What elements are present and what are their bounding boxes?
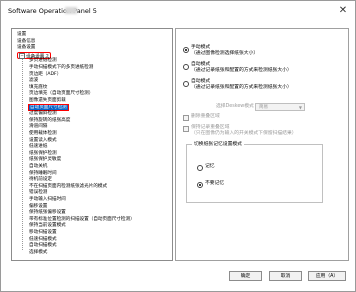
tree-child-node[interactable]: 低速扫描模式 [29,237,57,243]
window-title: Software Operation Panel 5 [8,7,97,15]
tree-child-node[interactable]: 页边距（ADF） [29,72,61,78]
tree-child-node[interactable]: 手动输入扫描时间 [29,197,66,203]
tree-child-node[interactable]: 图像遗失页面剪裁 [29,98,66,104]
collapse-icon[interactable]: − [19,52,25,59]
manual-mode-radio[interactable] [183,47,189,53]
tree-node-label: 纸张保护检测 [29,150,57,156]
app-window: Software Operation Panel 5 ✕ 设置设备信息 设备设置 −… [0,0,356,292]
tree-child-node[interactable]: 保持旋转的纸张高度 [29,118,70,124]
paper-memory-group-title: 切换纸张记忆设置模式 [192,142,244,148]
tree-node-label: 保持当前设置模式 [29,223,66,229]
tree-child-node[interactable]: 自动扫描模式 [29,243,57,249]
tree-node-label: 设备设置 [17,45,36,51]
dialog-content: 设置 设备信息 设备设置 − 设备设置 2 多页进纸检测 手动扫描模式下的多页进纸检测 页边距… [1,23,355,291]
tree-node-label: 低速进纸 [29,144,48,150]
tree-child-node[interactable]: 使用载体检测 [29,131,57,137]
auto-mode-radio-2[interactable] [183,81,189,87]
tree-node-label: 多页进纸检测 [29,58,57,64]
title-bar: Software Operation Panel 5 ✕ [1,1,355,23]
remember-label: 记忆 [205,164,215,169]
ok-button[interactable]: 确定 [229,271,262,281]
tree-child-node[interactable]: 保持纸张偏移设置 [29,210,66,216]
tree-child-node[interactable]: 页边填充（自动页面尺寸检测） [29,91,93,97]
do-not-remember-radio[interactable] [197,182,203,188]
tree-child-node[interactable]: 保持睡眠时间 [29,171,57,177]
tree-child-node[interactable]: 过度偏斜检测 [29,111,57,117]
delete-overlap-label: 删除重叠区域 [191,114,220,119]
tree-node-label: 错误检测 [29,190,48,196]
deskew-select-value: 简易 [259,105,268,110]
tree-node-label: 设备信息 [17,38,36,44]
tree-child-node[interactable]: 设置读入模式 [29,138,57,144]
tree-node-label: 手动输入扫描时间 [29,197,66,202]
tree-node-label: 保持睡眠时间 [29,170,57,176]
auto-mode-radio-1[interactable] [183,64,189,70]
tree-node-label: 设置读入模式 [29,137,57,143]
settings-tree[interactable]: 设置 设备信息 设备设置 − 设备设置 2 多页进纸检测 手动扫描模式下的多页进纸检测 页边距… [11,28,173,261]
tree-guide-line [22,58,24,250]
deskew-select[interactable]: 简易 ▼ [255,103,305,111]
tree-node-label: 保持旋转的纸张高度 [29,117,71,123]
tree-node-label: 页边填充（自动页面尺寸检测） [29,91,94,97]
tree-node[interactable]: 设备信息 [17,39,35,45]
tree-node-label: 手动扫描模式下的多页进纸检测 [29,65,94,70]
tree-node-label: 填充底纹 [29,84,48,90]
tree-node-label: 自动扫描模式 [29,243,57,249]
tree-node-label: 保持纸张偏移设置 [29,210,66,216]
tree-node-label: 滑道间隔 [29,124,48,130]
tree-node-label: 过度偏斜检测 [29,111,57,117]
tree-child-node[interactable]: 带有标准位置检测的扫描设置（自动页面尺寸检测） [29,217,135,223]
auto-mode-sub-2: （通过记录纸张和配置的方式来检测纸张大小） [191,85,292,90]
tree-child-node[interactable]: 错误检测 [29,190,47,196]
tree-child-node[interactable]: 自动关机 [29,164,47,170]
tree-node-label: 纸张保护灵敏度 [29,157,62,163]
tree-child-node[interactable]: 不在扫描页面内检测纸张滤光片的模式 [29,184,107,190]
close-icon[interactable]: ✕ [337,5,349,17]
tree-node-label: 页边距（ADF） [29,71,62,77]
tree-node[interactable]: 设备设置 [17,45,35,51]
delete-overlap-checkbox[interactable] [183,115,189,121]
tree-node[interactable]: 设置 [17,32,26,38]
tree-child-node[interactable]: 滑道间隔 [29,124,47,130]
tree-node-label: 设置 [17,32,27,37]
tree-node-label: 图像遗失页面剪裁 [29,98,66,103]
tree-node-label: 不在扫描页面内检测纸张滤光片的模式 [29,183,108,189]
tree-child-node[interactable]: 选择模式 [29,250,47,256]
tree-child-node[interactable]: 偏移设置 [29,204,47,210]
tree-node-label: 带有标准位置检测的扫描设置（自动页面尺寸检测） [29,216,135,222]
tree-child-node[interactable]: 填充底纹 [29,85,47,91]
keep-overlap-sub: （只在图像仍为输入的开关模式下保留扫描结果） [191,131,297,136]
apply-button[interactable]: 应用（A） [308,271,346,281]
tree-child-node[interactable]: 保持当前设置模式 [29,223,66,229]
manual-mode-sub: （通过图像检测选择纸张大小） [191,51,259,56]
tree-node-label: 使用载体检测 [29,131,57,136]
tree-node-label: 滤波 [29,78,39,84]
tree-node-label: 自动页面尺寸检测 [30,104,67,110]
tree-child-node[interactable]: 移动扫描设置 [29,230,57,236]
tree-node-label: 选择模式 [29,249,48,255]
paper-memory-group: 切换纸张记忆设置模式 记忆 不要记忆 [186,142,323,203]
tree-node-label: 待机前设定 [29,177,52,183]
tree-child-node[interactable]: 自动页面尺寸检测 [28,103,69,112]
chevron-down-icon: ▼ [298,105,302,110]
tree-child-node[interactable]: 低速进纸 [29,144,47,150]
title-suffix-redacted [65,7,77,14]
tree-child-node[interactable]: 待机前设定 [29,177,52,183]
do-not-remember-label: 不要记忆 [205,181,225,186]
keep-overlap-checkbox[interactable] [183,126,189,132]
cancel-button[interactable]: 取消 [269,271,302,281]
remember-radio[interactable] [197,165,203,171]
tree-child-node[interactable]: 滤波 [29,78,38,84]
tree-child-node[interactable]: 多页进纸检测 [29,58,57,64]
settings-panel: 手动模式 （通过图像检测选择纸张大小） 自动模式 （通过记录纸张和配置的方式来检… [175,28,349,261]
tree-child-node[interactable]: 纸张保护灵敏度 [29,157,61,163]
tree-node-label: 自动关机 [29,164,48,169]
tree-node-label: 偏移设置 [29,203,48,209]
tree-node-label: 低速扫描模式 [29,236,57,242]
tree-child-node[interactable]: 手动扫描模式下的多页进纸检测 [29,65,93,71]
tree-child-node[interactable]: 纸张保护检测 [29,151,57,157]
tree-node-label: 移动扫描设置 [29,230,57,235]
auto-mode-sub-1: （通过记录纸张和配置的方式来检测纸张大小） [191,68,292,73]
